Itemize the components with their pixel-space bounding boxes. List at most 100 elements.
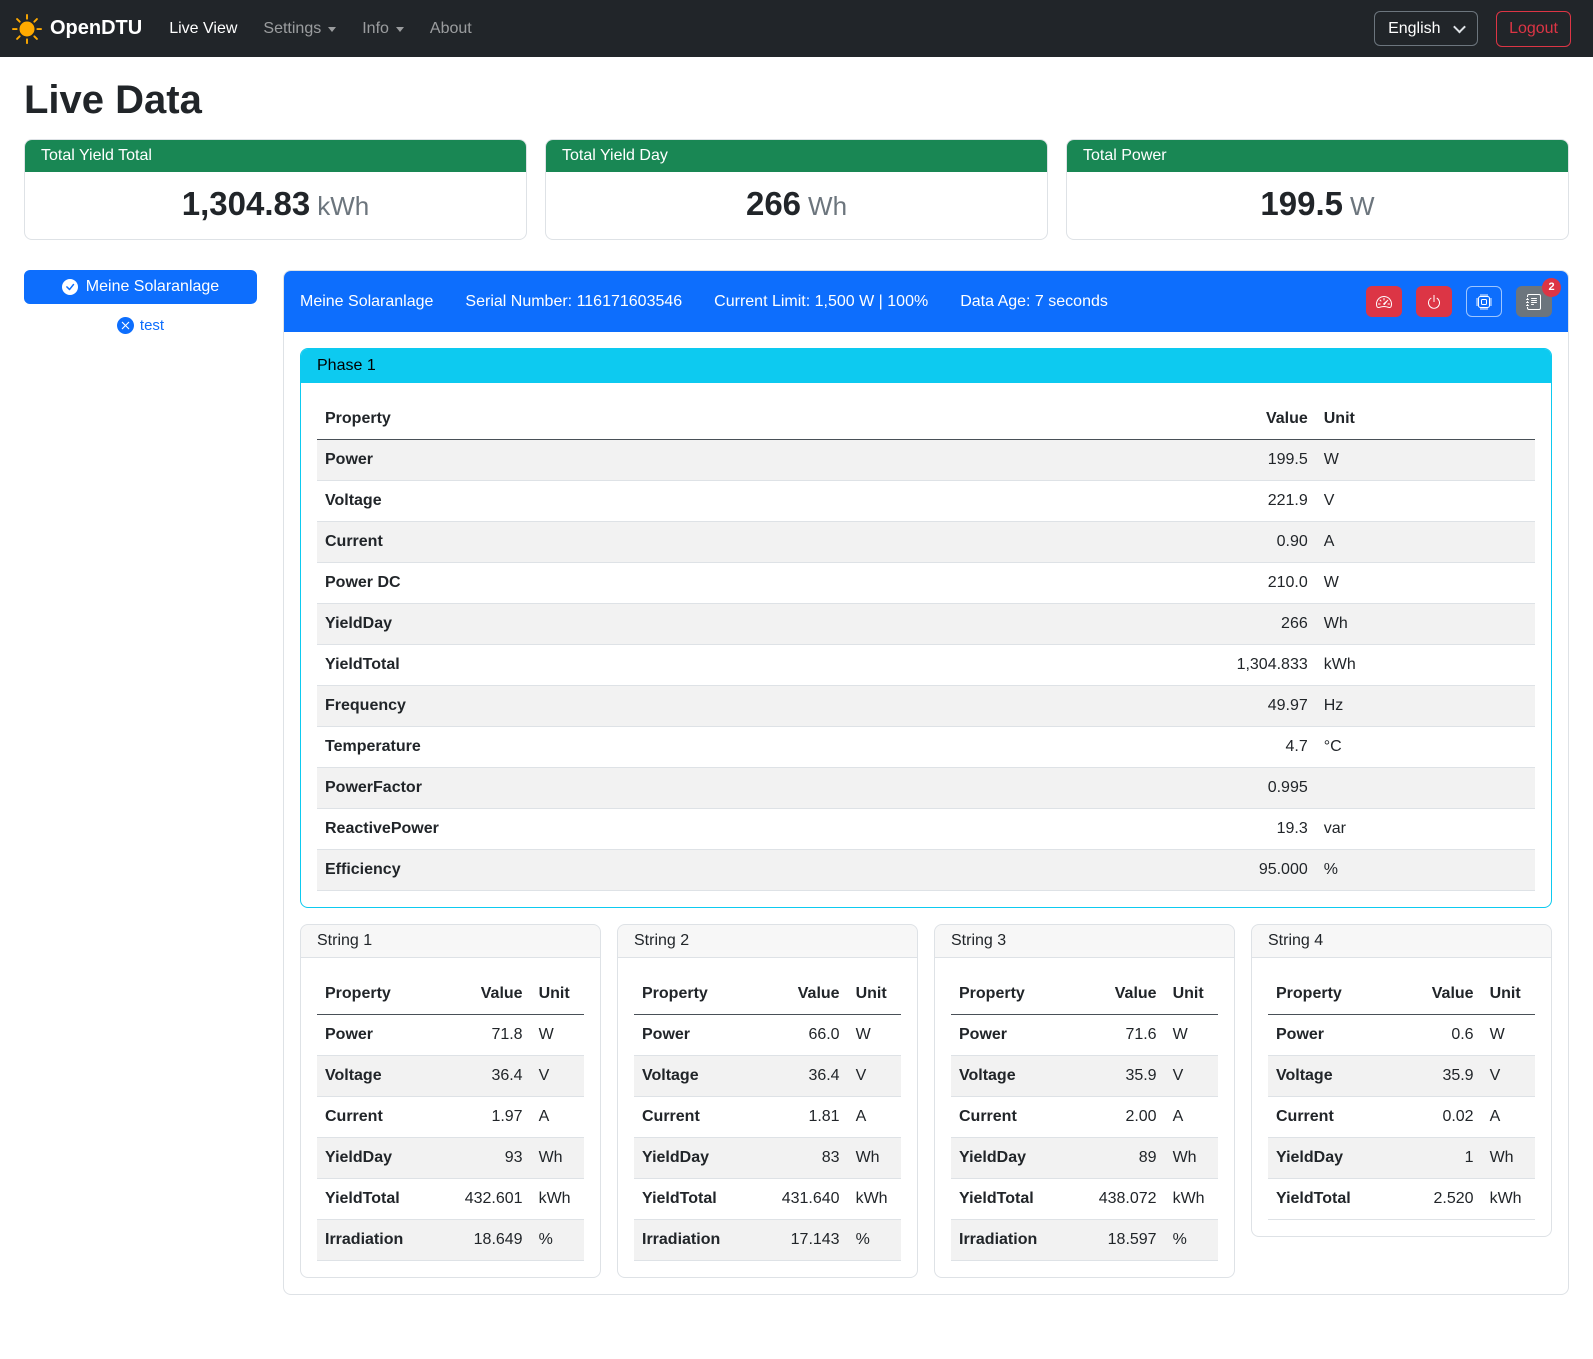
table-row: Voltage 221.9 V xyxy=(317,481,1535,522)
string-title: String 2 xyxy=(618,925,917,958)
card-title: Total Yield Total xyxy=(25,140,526,172)
property-cell: Power DC xyxy=(317,563,1072,604)
property-cell: Frequency xyxy=(317,686,1072,727)
table-row: Current 0.90 A xyxy=(317,522,1535,563)
unit-cell: A xyxy=(848,1097,901,1138)
col-unit: Unit xyxy=(848,974,901,1015)
nav-item-settings[interactable]: Settings xyxy=(250,12,349,46)
unit-cell: °C xyxy=(1316,727,1535,768)
power-button[interactable] xyxy=(1416,286,1452,317)
inverter-panel-header: Meine Solaranlage Serial Number: 1161716… xyxy=(284,271,1568,332)
property-cell: YieldDay xyxy=(317,604,1072,645)
nav-item-about[interactable]: About xyxy=(417,12,485,46)
value-cell: 210.0 xyxy=(1072,563,1316,604)
value-cell: 89 xyxy=(1068,1138,1164,1179)
table-row: Irradiation 18.597 % xyxy=(951,1220,1218,1261)
table-row: YieldTotal 432.601 kWh xyxy=(317,1179,584,1220)
nav-item-live-view[interactable]: Live View xyxy=(156,12,250,46)
property-cell: YieldDay xyxy=(951,1138,1068,1179)
value-cell: 0.6 xyxy=(1385,1015,1481,1056)
card-title: Total Yield Day xyxy=(546,140,1047,172)
col-property: Property xyxy=(317,399,1072,440)
speedometer-icon xyxy=(1376,294,1392,310)
value-cell: 49.97 xyxy=(1072,686,1316,727)
table-row: Voltage 36.4 V xyxy=(317,1056,584,1097)
card-unit: kWh xyxy=(317,191,369,221)
property-cell: YieldTotal xyxy=(317,645,1072,686)
chevron-down-icon xyxy=(396,27,404,32)
value-cell: 431.640 xyxy=(751,1179,847,1220)
property-cell: YieldDay xyxy=(634,1138,751,1179)
unit-cell: % xyxy=(531,1220,584,1261)
unit-cell: kWh xyxy=(848,1179,901,1220)
property-cell: YieldTotal xyxy=(951,1179,1068,1220)
property-cell: Voltage xyxy=(634,1056,751,1097)
table-row: Temperature 4.7 °C xyxy=(317,727,1535,768)
value-cell: 35.9 xyxy=(1385,1056,1481,1097)
value-cell: 36.4 xyxy=(434,1056,530,1097)
property-cell: Voltage xyxy=(1268,1056,1385,1097)
table-row: YieldTotal 431.640 kWh xyxy=(634,1179,901,1220)
logout-button[interactable]: Logout xyxy=(1496,11,1571,47)
device-info-button[interactable] xyxy=(1466,286,1502,317)
table-row: YieldDay 266 Wh xyxy=(317,604,1535,645)
table-row: Power 199.5 W xyxy=(317,440,1535,481)
property-cell: Irradiation xyxy=(634,1220,751,1261)
string-table-wrap: Property Value Unit Power xyxy=(935,958,1234,1261)
unit-cell: Hz xyxy=(1316,686,1535,727)
card-value: 1,304.83 xyxy=(182,185,310,222)
property-cell: Power xyxy=(951,1015,1068,1056)
string-table-wrap: Property Value Unit Power xyxy=(301,958,600,1261)
test-link[interactable]: test xyxy=(24,317,257,334)
col-unit: Unit xyxy=(1482,974,1535,1015)
table-row: Power 71.6 W xyxy=(951,1015,1218,1056)
unit-cell: W xyxy=(1316,563,1535,604)
col-unit: Unit xyxy=(1316,399,1535,440)
property-cell: YieldTotal xyxy=(634,1179,751,1220)
cpu-icon xyxy=(1476,294,1492,310)
string-table: Property Value Unit Power xyxy=(634,974,901,1261)
serial-number: Serial Number: 116171603546 xyxy=(465,293,682,311)
table-row: YieldDay 93 Wh xyxy=(317,1138,584,1179)
unit-cell: % xyxy=(1316,850,1535,891)
inverter-select-button[interactable]: Meine Solaranlage xyxy=(24,270,257,304)
nav-item-label: Info xyxy=(362,20,389,38)
col-property: Property xyxy=(951,974,1068,1015)
table-row: Current 2.00 A xyxy=(951,1097,1218,1138)
phase-title: Phase 1 xyxy=(301,349,1551,383)
property-cell: Current xyxy=(317,522,1072,563)
value-cell: 432.601 xyxy=(434,1179,530,1220)
property-cell: Current xyxy=(1268,1097,1385,1138)
table-row: Power 66.0 W xyxy=(634,1015,901,1056)
property-cell: Current xyxy=(634,1097,751,1138)
string-table: Property Value Unit Power xyxy=(317,974,584,1261)
unit-cell: Wh xyxy=(848,1138,901,1179)
property-cell: Power xyxy=(317,440,1072,481)
property-cell: Efficiency xyxy=(317,850,1072,891)
col-value: Value xyxy=(1068,974,1164,1015)
brand-label: OpenDTU xyxy=(50,17,142,40)
string-table-wrap: Property Value Unit Power xyxy=(618,958,917,1261)
nav-item-info[interactable]: Info xyxy=(349,12,417,46)
col-property: Property xyxy=(1268,974,1385,1015)
unit-cell: V xyxy=(531,1056,584,1097)
events-button[interactable]: 2 xyxy=(1516,286,1552,317)
value-cell: 1.97 xyxy=(434,1097,530,1138)
value-cell: 199.5 xyxy=(1072,440,1316,481)
unit-cell: Wh xyxy=(1482,1138,1535,1179)
table-row: Current 1.97 A xyxy=(317,1097,584,1138)
events-badge: 2 xyxy=(1542,278,1561,297)
value-cell: 17.143 xyxy=(751,1220,847,1261)
table-row: ReactivePower 19.3 var xyxy=(317,809,1535,850)
unit-cell: kWh xyxy=(1316,645,1535,686)
value-cell: 71.6 xyxy=(1068,1015,1164,1056)
brand-link[interactable]: OpenDTU xyxy=(12,14,142,44)
language-select[interactable]: English xyxy=(1374,11,1478,46)
property-cell: Voltage xyxy=(951,1056,1068,1097)
nav-links: Live View Settings Info About xyxy=(156,12,485,46)
phase-card: Phase 1 Property Value Unit xyxy=(300,348,1552,908)
table-row: Current 1.81 A xyxy=(634,1097,901,1138)
table-row: Current 0.02 A xyxy=(1268,1097,1535,1138)
value-cell: 71.8 xyxy=(434,1015,530,1056)
limit-button[interactable] xyxy=(1366,286,1402,317)
